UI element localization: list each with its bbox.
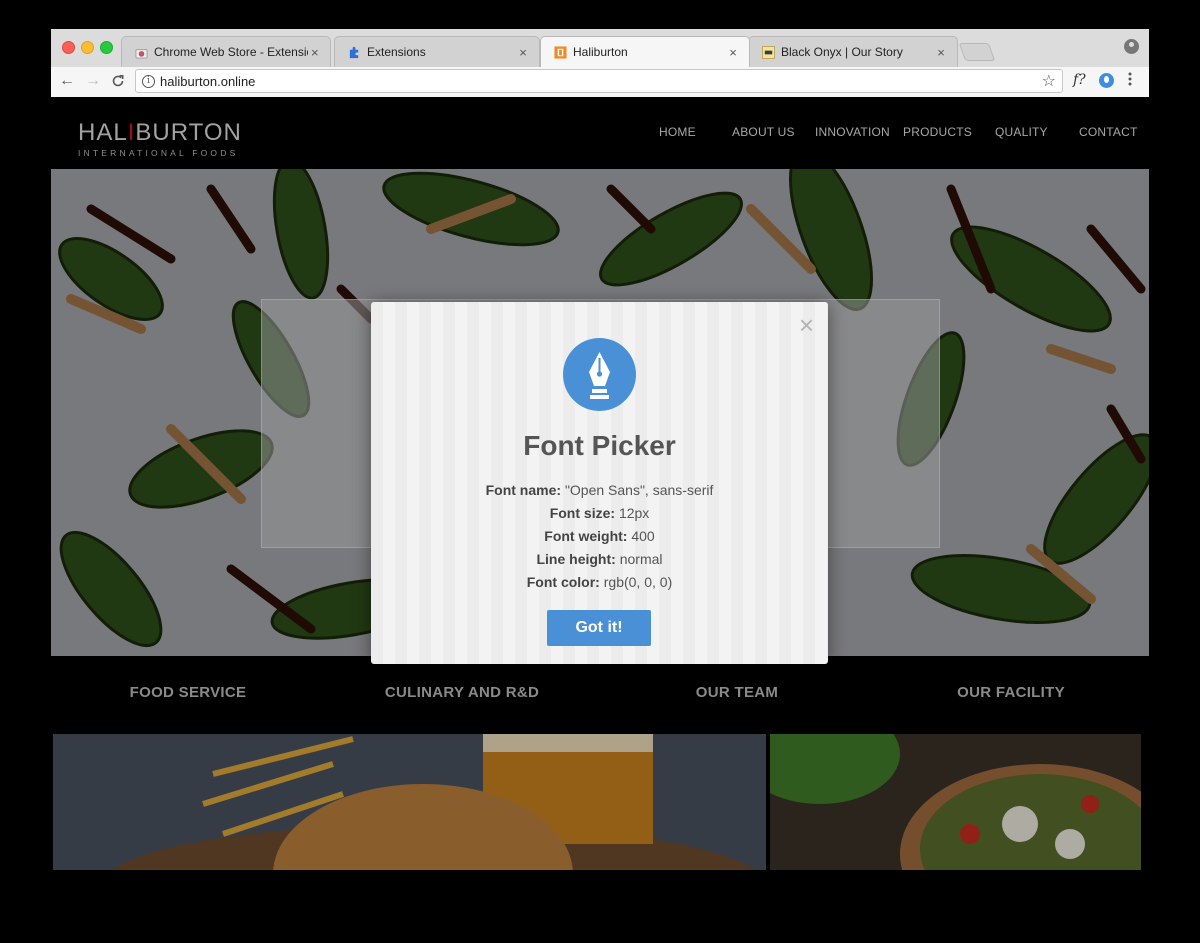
browser-window: Chrome Web Store - Extensions × Extensio… <box>51 29 1149 870</box>
color-drop-extension-icon[interactable] <box>1099 73 1114 88</box>
font-weight-value: 400 <box>631 528 655 544</box>
font-size-label: Font size: <box>549 505 616 521</box>
line-height-value: normal <box>619 551 663 567</box>
url-text[interactable]: haliburton.online <box>160 74 255 89</box>
tab-close-icon[interactable]: × <box>933 45 949 60</box>
chrome-web-store-icon <box>134 45 148 59</box>
fountain-pen-nib-icon <box>563 338 636 411</box>
tab-title: Black Onyx | Our Story <box>781 45 903 59</box>
tab-close-icon[interactable]: × <box>308 45 322 60</box>
minimize-window-button[interactable] <box>81 41 94 54</box>
back-icon[interactable]: ← <box>57 71 77 91</box>
tab-extensions[interactable]: Extensions × <box>334 36 540 67</box>
font-picker-extension-icon[interactable]: f? <box>1073 72 1086 88</box>
dialog-title: Font Picker <box>523 430 676 461</box>
puzzle-icon <box>347 45 361 59</box>
close-icon[interactable]: × <box>799 312 814 338</box>
font-size-value: 12px <box>618 505 650 521</box>
new-tab-button[interactable] <box>958 43 996 61</box>
black-onyx-favicon <box>761 45 775 59</box>
line-height-label: Line height: <box>536 551 616 567</box>
tab-strip: Chrome Web Store - Extensions × Extensio… <box>51 29 1149 67</box>
kebab-menu-icon[interactable] <box>1128 72 1134 86</box>
font-name-value: "Open Sans", sans-serif <box>564 482 714 498</box>
reload-icon[interactable] <box>108 71 128 91</box>
tab-title: Extensions <box>367 45 426 59</box>
haliburton-favicon <box>553 45 567 59</box>
tab-black-onyx[interactable]: Black Onyx | Our Story × <box>748 36 958 67</box>
font-size-line: Font size: 12px <box>371 505 828 521</box>
tab-close-icon[interactable]: × <box>515 45 531 60</box>
tab-close-icon[interactable]: × <box>725 45 741 60</box>
font-weight-label: Font weight: <box>544 528 628 544</box>
profile-icon[interactable] <box>1124 39 1139 54</box>
browser-toolbar: ← → i haliburton.online ☆ f? <box>51 67 1149 98</box>
tab-title: Chrome Web Store - Extensions <box>154 45 308 59</box>
line-height-line: Line height: normal <box>371 551 828 567</box>
bookmark-star-icon[interactable]: ☆ <box>1042 71 1056 91</box>
got-it-button[interactable]: Got it! <box>547 610 651 646</box>
font-color-label: Font color: <box>526 574 600 590</box>
tab-chrome-web-store[interactable]: Chrome Web Store - Extensions × <box>121 36 331 67</box>
tab-haliburton[interactable]: Haliburton × <box>540 36 750 67</box>
font-picker-dialog: × Font Picker Font name: "Open Sans", sa… <box>371 302 828 664</box>
font-name-line: Font name: "Open Sans", sans-serif <box>371 482 828 498</box>
font-weight-line: Font weight: 400 <box>371 528 828 544</box>
font-color-line: Font color: rgb(0, 0, 0) <box>371 574 828 590</box>
font-color-value: rgb(0, 0, 0) <box>603 574 673 590</box>
close-window-button[interactable] <box>62 41 75 54</box>
zoom-window-button[interactable] <box>100 41 113 54</box>
site-info-icon[interactable]: i <box>142 75 155 88</box>
address-bar[interactable]: i haliburton.online ☆ <box>135 69 1063 93</box>
tab-title: Haliburton <box>573 45 628 59</box>
forward-icon[interactable]: → <box>83 71 103 91</box>
font-name-label: Font name: <box>485 482 562 498</box>
